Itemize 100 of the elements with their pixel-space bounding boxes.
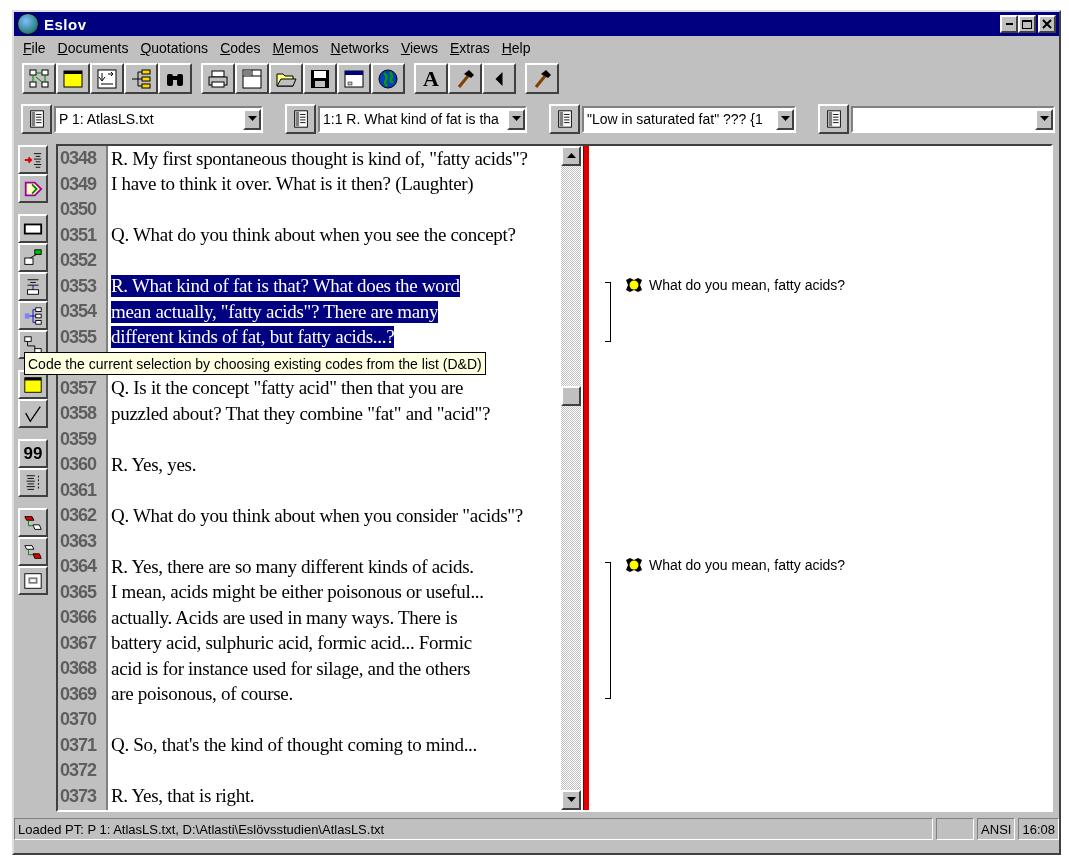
link-button[interactable] — [18, 243, 48, 272]
menu-item[interactable]: Memos — [272, 40, 319, 56]
selector-field[interactable]: 1:1 R. What kind of fat is tha — [318, 105, 527, 133]
transcript-line: Q. So, that's the kind of thought coming to mind... — [111, 734, 477, 757]
line-number: 0357 — [59, 377, 97, 399]
encoding-indicator: ANSI — [977, 818, 1016, 840]
status-message: Loaded PT: P 1: AtlasLS.txt, D:\Atlasti\Eslövsstudien\AtlasLS.txt — [14, 818, 934, 840]
document-button[interactable] — [285, 104, 316, 134]
frame-icon — [23, 570, 43, 591]
line-number: 0358 — [59, 403, 97, 425]
code-icon — [625, 276, 643, 293]
line-number: 0369 — [59, 683, 97, 705]
scroll-down-button[interactable] — [561, 790, 581, 810]
floppy-icon — [309, 67, 331, 90]
menu-item[interactable]: Networks — [330, 40, 389, 56]
tag-button[interactable] — [18, 174, 48, 203]
binoculars-button[interactable] — [158, 63, 192, 94]
line-number: 0350 — [59, 199, 97, 221]
menu-item[interactable]: Views — [400, 40, 438, 56]
close-button[interactable] — [1038, 15, 1056, 33]
line-number: 0368 — [59, 658, 97, 680]
close-icon — [1042, 19, 1052, 29]
transcript-line: R. My first spontaneous thought is kind of, "fatty acids"? — [111, 147, 528, 170]
menu-item[interactable]: File — [23, 40, 46, 56]
scroll-thumb[interactable] — [561, 386, 581, 406]
hierarchy-button[interactable] — [18, 301, 48, 330]
link-icon — [23, 247, 43, 268]
status-pane — [936, 818, 975, 840]
transcript-line: I have to think it over. What is it then? (Laughter) — [111, 173, 474, 196]
node-link-button[interactable] — [18, 537, 48, 566]
code-label[interactable]: What do you mean, fatty acids? — [625, 557, 846, 573]
floppy-button[interactable] — [303, 63, 337, 94]
quotation-button[interactable]: 99 — [18, 439, 48, 468]
font-button[interactable]: A — [414, 63, 448, 94]
code-label[interactable]: What do you mean, fatty acids? — [625, 276, 846, 293]
caret-button[interactable] — [482, 63, 516, 94]
menu-item[interactable]: Extras — [450, 40, 490, 56]
printer-icon — [207, 67, 229, 90]
menu-item[interactable]: Help — [501, 40, 531, 56]
window-icon — [23, 374, 43, 395]
globe-button[interactable] — [371, 63, 405, 94]
scrollbar[interactable] — [561, 146, 581, 810]
text-button[interactable] — [18, 272, 48, 301]
minimize-icon — [1005, 23, 1013, 25]
line-number: 0355 — [59, 326, 97, 348]
app-icon — [17, 13, 39, 35]
hammer-button[interactable] — [525, 63, 559, 94]
clock: 16:08 — [1018, 818, 1059, 840]
line-number: 0362 — [59, 505, 97, 527]
transcript-line: Q. What do you think about when you consider "acids"? — [111, 504, 523, 527]
network-icon — [28, 67, 50, 90]
up-arrow-icon — [566, 153, 576, 159]
caret-icon — [495, 71, 503, 86]
transcript-line: puzzled about? That they combine "fat" and "acid"? — [111, 402, 491, 425]
linked-nodes-button[interactable] — [18, 508, 48, 537]
tree-button[interactable] — [124, 63, 158, 94]
import-button[interactable] — [90, 63, 124, 94]
connector-icon — [23, 334, 43, 355]
dialog-button[interactable] — [337, 63, 371, 94]
transcript-line: Q. What do you think about when you see the concept? — [111, 224, 516, 247]
maximize-icon — [1022, 19, 1032, 29]
document-button[interactable] — [21, 104, 52, 134]
line-number: 0361 — [59, 479, 97, 501]
table-button[interactable] — [235, 63, 269, 94]
line-number: 0364 — [59, 556, 97, 578]
line-number: 0349 — [59, 173, 97, 195]
minimize-button[interactable] — [1000, 15, 1018, 33]
document-button[interactable] — [549, 104, 580, 134]
menu-item[interactable]: Codes — [220, 40, 261, 56]
selector-field[interactable] — [851, 105, 1055, 133]
document-button[interactable] — [818, 104, 849, 134]
line-number: 0351 — [59, 224, 97, 246]
line-number: 0373 — [59, 785, 97, 807]
selector-field[interactable]: P 1: AtlasLS.txt — [54, 105, 263, 133]
folder-button[interactable] — [269, 63, 303, 94]
selector-field[interactable]: "Low in saturated fat" ??? {1 — [582, 105, 796, 133]
dialog-icon — [343, 67, 365, 90]
line-number: 0371 — [59, 734, 97, 756]
list-button[interactable] — [18, 468, 48, 497]
line-number: 0372 — [59, 760, 97, 782]
menu-item[interactable]: Documents — [57, 40, 129, 56]
frame-button[interactable] — [18, 566, 48, 595]
network-button[interactable] — [22, 63, 56, 94]
transcript-line: actually. Acids are used in many ways. There is — [111, 606, 458, 629]
hierarchy-icon — [23, 305, 43, 326]
hammer-button[interactable] — [448, 63, 482, 94]
line-number: 0354 — [59, 301, 97, 323]
printer-button[interactable] — [201, 63, 235, 94]
arrow-list-button[interactable] — [18, 145, 48, 174]
maximize-button[interactable] — [1018, 15, 1036, 33]
window-button[interactable] — [56, 63, 90, 94]
checkmark-button[interactable] — [18, 399, 48, 428]
rectangle-button[interactable] — [18, 214, 48, 243]
scroll-up-button[interactable] — [561, 146, 581, 166]
line-number: 0365 — [59, 581, 97, 603]
menu-item[interactable]: Quotations — [140, 40, 209, 56]
line-number: 0360 — [59, 454, 97, 476]
transcript-line: battery acid, sulphuric acid, formic acid... Formic — [111, 632, 472, 655]
down-arrow-icon — [566, 797, 576, 803]
transcript-line: are poisonous, of course. — [111, 683, 293, 706]
